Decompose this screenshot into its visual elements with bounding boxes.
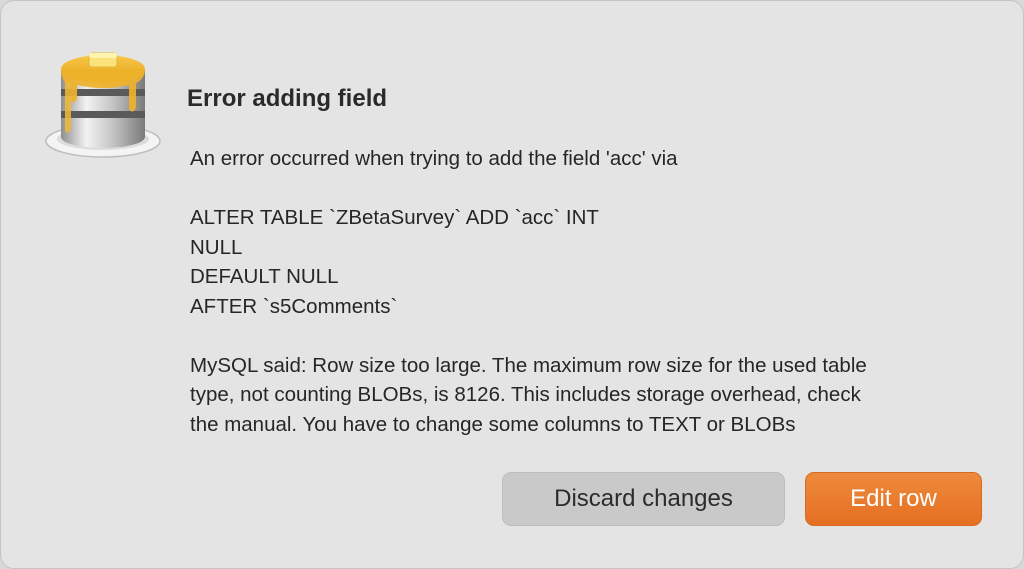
edit-row-button[interactable]: Edit row [805, 472, 982, 526]
sql-line: AFTER `s5Comments` [190, 294, 398, 318]
pancake-database-icon [45, 52, 161, 158]
discard-changes-button[interactable]: Discard changes [502, 472, 785, 526]
alert-title: Error adding field [187, 85, 388, 112]
message-intro: An error occurred when trying to add the… [190, 147, 678, 170]
sequel-pro-app-icon [41, 39, 165, 163]
error-alert-dialog: Error adding field An error occurred whe… [0, 0, 1024, 569]
error-detail-line: the manual. You have to change some colu… [190, 412, 796, 436]
error-detail-line: MySQL said: Row size too large. The maxi… [190, 353, 867, 377]
error-detail-line: type, not counting BLOBs, is 8126. This … [190, 383, 861, 406]
sql-line: ALTER TABLE `ZBetaSurvey` ADD `acc` INT [190, 206, 599, 229]
sql-line: NULL [190, 235, 243, 259]
sql-line: DEFAULT NULL [190, 265, 339, 288]
alert-message: An error occurred when trying to add the… [190, 144, 980, 439]
